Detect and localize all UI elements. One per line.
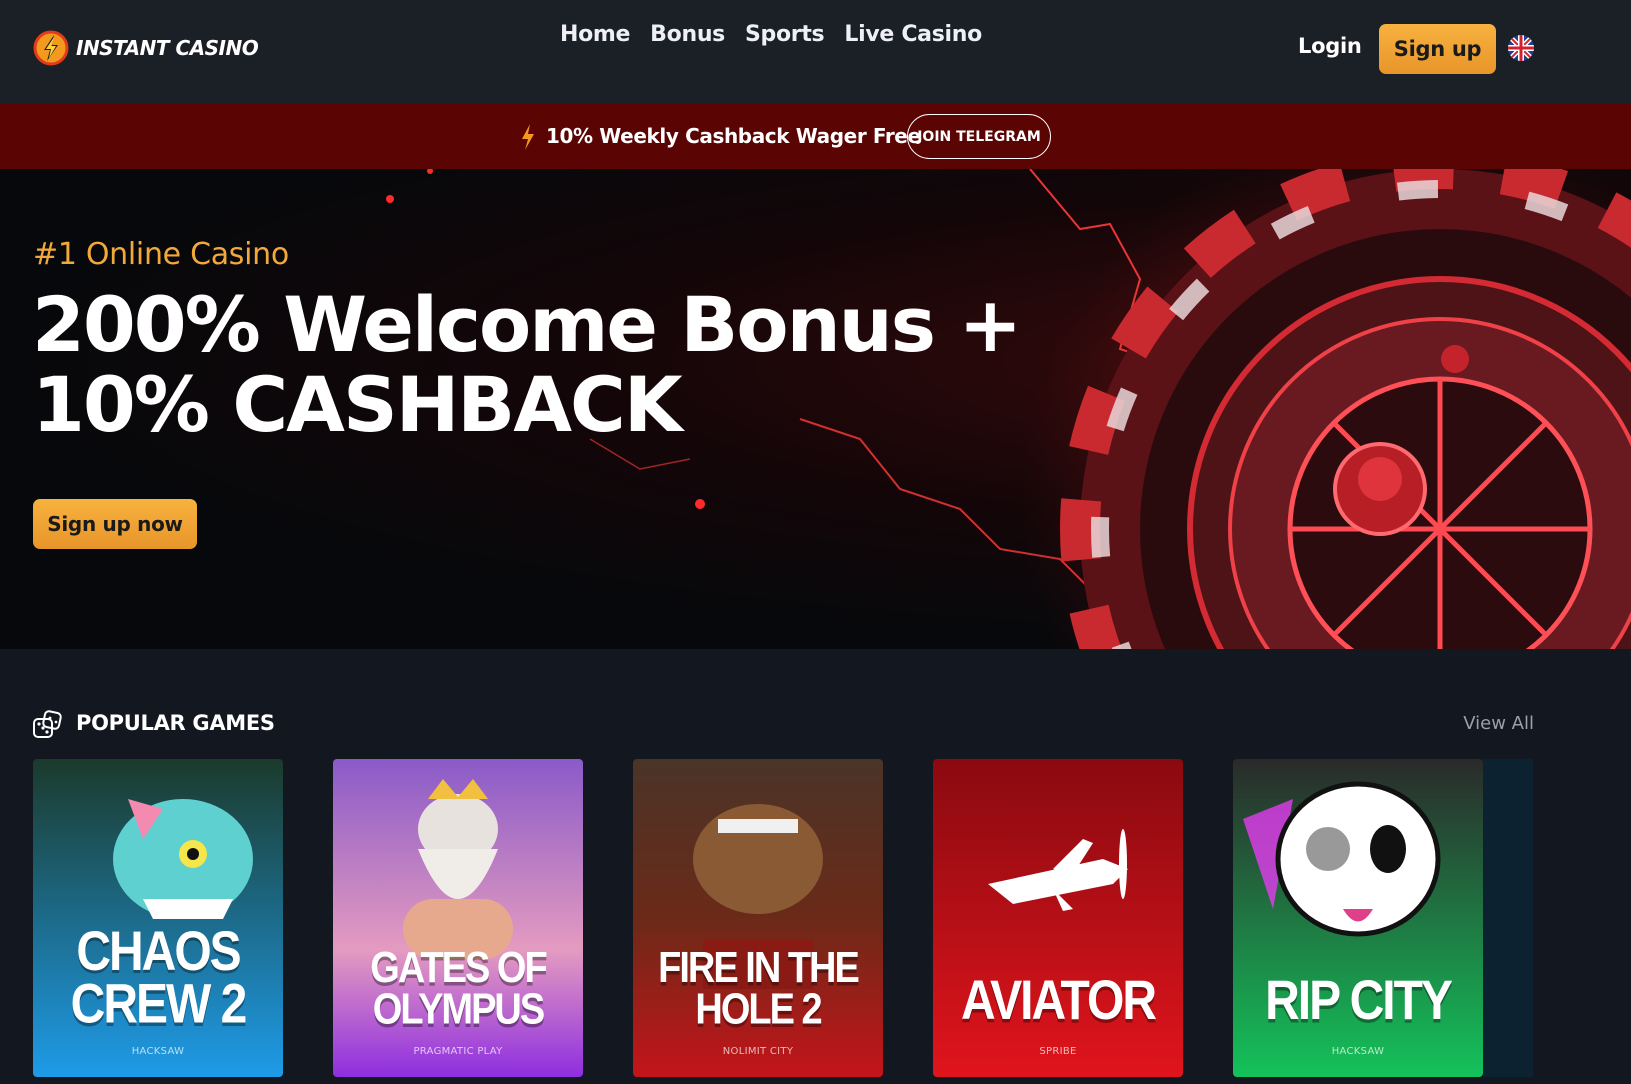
nav-item-sports[interactable]: Sports	[745, 22, 825, 47]
game-title: GATES OF OLYMPUS	[370, 944, 547, 1034]
view-all-link[interactable]: View All	[1463, 713, 1534, 734]
login-button[interactable]: Login	[1298, 34, 1362, 58]
brand-logo[interactable]: INSTANT CASINO	[32, 28, 259, 68]
lightning-logo-icon	[33, 30, 69, 66]
game-provider: HACKSAW	[1331, 1046, 1385, 1057]
popular-games-header: POPULAR GAMES View All	[32, 709, 1534, 741]
game-card[interactable]: FIRE IN THE HOLE 2 NOLIMIT CITY	[633, 759, 883, 1077]
nav-item-home[interactable]: Home	[560, 22, 630, 47]
lightning-icon	[522, 124, 534, 150]
main-nav: Home Bonus Sports Live Casino	[560, 22, 982, 47]
join-telegram-button[interactable]: JOIN TELEGRAM	[907, 114, 1051, 159]
game-provider: NOLIMIT CITY	[722, 1046, 794, 1057]
game-card[interactable]: RIP CITY HACKSAW	[1233, 759, 1483, 1077]
nav-item-live-casino[interactable]: Live Casino	[844, 22, 982, 47]
hero-title: 200% Welcome Bonus + 10% CASHBACK	[32, 285, 1032, 445]
game-card[interactable]: AVIATOR SPRIBE	[933, 759, 1183, 1077]
game-card[interactable]: CHAOS CREW 2 HACKSAW	[33, 759, 283, 1077]
game-title: CHAOS CREW 2	[70, 921, 248, 1036]
promo-bar: 10% Weekly Cashback Wager Free	[0, 104, 1631, 169]
nav-item-bonus[interactable]: Bonus	[650, 22, 725, 47]
promo-text: 10% Weekly Cashback Wager Free	[546, 124, 921, 148]
hero-eyebrow: #1 Online Casino	[33, 237, 289, 272]
next-game-card-peek[interactable]	[1483, 759, 1533, 1077]
game-title: RIP CITY	[1265, 970, 1453, 1032]
dice-icon	[33, 710, 62, 738]
game-provider: HACKSAW	[131, 1046, 185, 1057]
section-title: POPULAR GAMES	[76, 711, 275, 735]
hero-title-line-1: 200% Welcome Bonus +	[32, 280, 1022, 369]
games-carousel: CHAOS CREW 2 HACKSAW GATES OF OLYMPUS PR…	[33, 759, 1533, 1077]
game-provider: PRAGMATIC PLAY	[413, 1046, 503, 1057]
uk-flag-icon[interactable]	[1508, 35, 1534, 61]
game-title: AVIATOR	[960, 970, 1157, 1032]
game-card[interactable]: GATES OF OLYMPUS PRAGMATIC PLAY	[333, 759, 583, 1077]
hero-banner: #1 Online Casino 200% Welcome Bonus + 10…	[0, 169, 1631, 649]
site-header: INSTANT CASINO Home Bonus Sports Live Ca…	[0, 0, 1631, 104]
hero-signup-button[interactable]: Sign up now	[33, 499, 197, 549]
signup-button[interactable]: Sign up	[1379, 24, 1496, 74]
brand-name: INSTANT CASINO	[76, 36, 259, 60]
game-provider: SPRIBE	[1039, 1046, 1077, 1057]
hero-title-line-2: 10% CASHBACK	[32, 360, 683, 449]
game-title: FIRE IN THE HOLE 2	[658, 944, 860, 1034]
